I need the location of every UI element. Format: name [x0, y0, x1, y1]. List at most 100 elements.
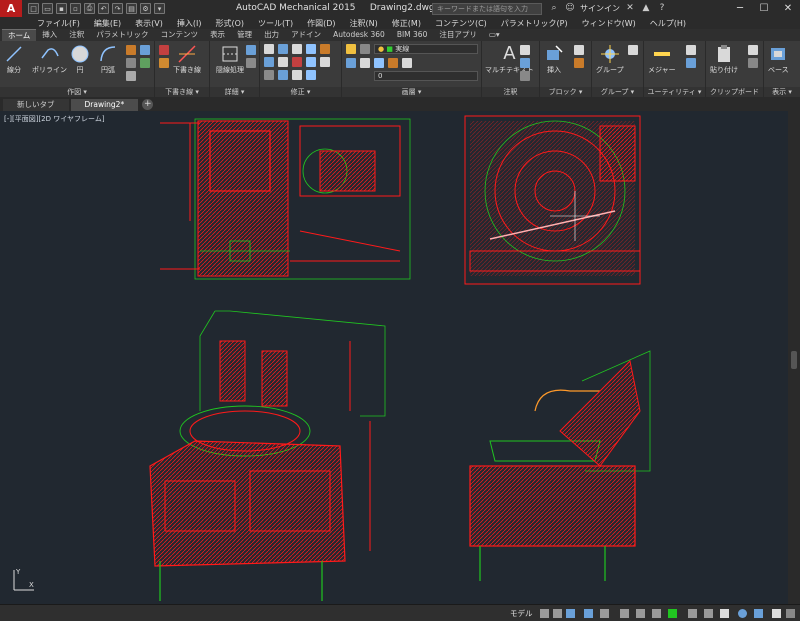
ribbon-tab-5[interactable]: 表示 — [204, 29, 231, 41]
ribbon-tab-7[interactable]: 出力 — [258, 29, 285, 41]
layer-panel-label[interactable]: 画層 ▾ — [342, 87, 481, 97]
model-space-button[interactable]: モデル — [510, 608, 533, 619]
layer-state-icon[interactable] — [360, 44, 370, 54]
block-panel-label[interactable]: ブロック ▾ — [540, 87, 591, 97]
vertical-scrollbar[interactable] — [788, 111, 800, 604]
object-snap-icon[interactable] — [620, 609, 629, 618]
save-icon[interactable]: ▪ — [56, 3, 67, 14]
stretch-icon[interactable] — [278, 57, 288, 67]
file-tab-new[interactable]: 新しいタブ — [3, 99, 69, 111]
ribbon-tab-0[interactable]: ホーム — [2, 29, 37, 41]
join-icon[interactable] — [292, 70, 302, 80]
plot-icon[interactable]: ▤ — [126, 3, 137, 14]
workspace-switch-icon[interactable] — [688, 609, 697, 618]
move-icon[interactable] — [264, 44, 274, 54]
file-tab-drawing2[interactable]: Drawing2* — [70, 99, 139, 111]
draft-line-button[interactable]: 下書き線 — [173, 44, 201, 74]
isodraft-icon[interactable] — [600, 609, 609, 618]
rotate-icon[interactable] — [278, 44, 288, 54]
maximize-icon[interactable]: ☐ — [752, 0, 776, 17]
menu-item-7[interactable]: 注釈(N) — [343, 18, 385, 29]
quick-select-icon[interactable] — [686, 45, 696, 55]
utility-panel-label[interactable]: ユーティリティ ▾ — [644, 87, 705, 97]
explode-icon[interactable] — [278, 70, 288, 80]
user-icon[interactable]: ☺ — [564, 2, 576, 14]
mirror-icon[interactable] — [320, 44, 330, 54]
rectangle-icon[interactable] — [126, 45, 136, 55]
menu-item-12[interactable]: ヘルプ(H) — [643, 18, 693, 29]
annotation-monitor-icon[interactable] — [704, 609, 713, 618]
add-icon[interactable] — [720, 609, 729, 618]
line-button[interactable]: 線分 — [4, 44, 24, 74]
menu-item-9[interactable]: コンテンツ(C) — [428, 18, 494, 29]
modify-panel-label[interactable]: 修正 ▾ — [260, 87, 341, 97]
menu-item-5[interactable]: ツール(T) — [251, 18, 300, 29]
leader-icon[interactable] — [520, 58, 530, 68]
menu-item-4[interactable]: 形式(O) — [208, 18, 251, 29]
search-input[interactable]: キーワードまたは語句を入力 — [432, 3, 542, 15]
layer-value-combo[interactable]: 0 — [374, 71, 478, 81]
copy-clip-icon[interactable] — [748, 45, 758, 55]
copy-icon[interactable] — [306, 44, 316, 54]
stay-connected-icon[interactable]: ▲ — [640, 2, 652, 14]
fillet-icon[interactable] — [264, 57, 274, 67]
hidden-line-button[interactable]: 隠線処理 — [216, 44, 244, 74]
annotation-panel-label[interactable]: 注釈 — [482, 87, 539, 97]
print-icon[interactable]: ⎙ — [84, 3, 95, 14]
view-panel-label[interactable]: 表示 ▾ — [764, 87, 800, 97]
cut-icon[interactable] — [748, 58, 758, 68]
layer-isolate-icon[interactable] — [388, 58, 398, 68]
autocad-logo-icon[interactable]: A — [0, 0, 22, 17]
open-file-icon[interactable]: ▭ — [42, 3, 53, 14]
annotation-scale-icon[interactable] — [668, 609, 677, 618]
menu-item-8[interactable]: 修正(M) — [385, 18, 428, 29]
menu-item-2[interactable]: 表示(V) — [128, 18, 170, 29]
grid-icon[interactable] — [540, 609, 549, 618]
ribbon-tab-8[interactable]: アドイン — [285, 29, 327, 41]
layer-combo[interactable]: ● ■ 実線 — [374, 44, 478, 54]
select-all-icon[interactable] — [686, 58, 696, 68]
help-icon[interactable]: ? — [656, 2, 668, 14]
ribbon-tab-3[interactable]: パラメトリック — [90, 29, 154, 41]
array-icon[interactable] — [306, 57, 316, 67]
ribbon-tab-2[interactable]: 注釈 — [63, 29, 90, 41]
search-icon[interactable]: ⌕ — [548, 2, 560, 14]
scroll-thumb[interactable] — [791, 351, 797, 369]
menu-item-10[interactable]: パラメトリック(P) — [494, 18, 575, 29]
menu-item-6[interactable]: 作図(D) — [300, 18, 342, 29]
draw-panel-label[interactable]: 作図 ▾ — [0, 87, 154, 97]
insert-block-button[interactable]: 挿入 — [544, 44, 564, 74]
new-file-icon[interactable]: □ — [28, 3, 39, 14]
qat-dropdown-icon[interactable]: ▾ — [154, 3, 165, 14]
transparency-icon[interactable] — [652, 609, 661, 618]
section-icon[interactable] — [246, 58, 256, 68]
menu-item-3[interactable]: 挿入(I) — [170, 18, 209, 29]
ribbon-tab-9[interactable]: Autodesk 360 — [327, 29, 391, 41]
ribbon-tab-11[interactable]: 注目アプリ — [433, 29, 483, 41]
arc-button[interactable]: 円弧 — [98, 44, 118, 74]
clipboard-panel-label[interactable]: クリップボード — [706, 87, 763, 97]
signin-button[interactable]: サインイン — [580, 3, 620, 14]
hardware-accel-icon[interactable] — [738, 609, 747, 618]
dimension-icon[interactable] — [520, 45, 530, 55]
ortho-icon[interactable] — [566, 609, 575, 618]
edit-block-icon[interactable] — [574, 58, 584, 68]
erase-icon[interactable] — [320, 57, 330, 67]
ribbon-minimize-icon[interactable]: ▭▾ — [483, 29, 506, 41]
menu-item-0[interactable]: ファイル(F) — [30, 18, 87, 29]
layer-lock-icon[interactable] — [374, 58, 384, 68]
polar-tracking-icon[interactable] — [584, 609, 593, 618]
ribbon-tab-6[interactable]: 管理 — [231, 29, 258, 41]
draft-panel-label[interactable]: 下書き線 ▾ — [155, 87, 209, 97]
circle-button[interactable]: 円 — [70, 44, 90, 74]
trim-icon[interactable] — [292, 44, 302, 54]
menu-item-11[interactable]: ウィンドウ(W) — [575, 18, 643, 29]
drawing-canvas[interactable]: [-][平面図][2D ワイヤフレーム] Y X — [0, 111, 788, 604]
detail-panel-label[interactable]: 詳細 ▾ — [210, 87, 259, 97]
layer-freeze-icon[interactable] — [360, 58, 370, 68]
ray-icon[interactable] — [159, 58, 169, 68]
create-block-icon[interactable] — [574, 45, 584, 55]
undo-icon[interactable]: ↶ — [98, 3, 109, 14]
ungroup-icon[interactable] — [628, 45, 638, 55]
offset-icon[interactable] — [264, 70, 274, 80]
